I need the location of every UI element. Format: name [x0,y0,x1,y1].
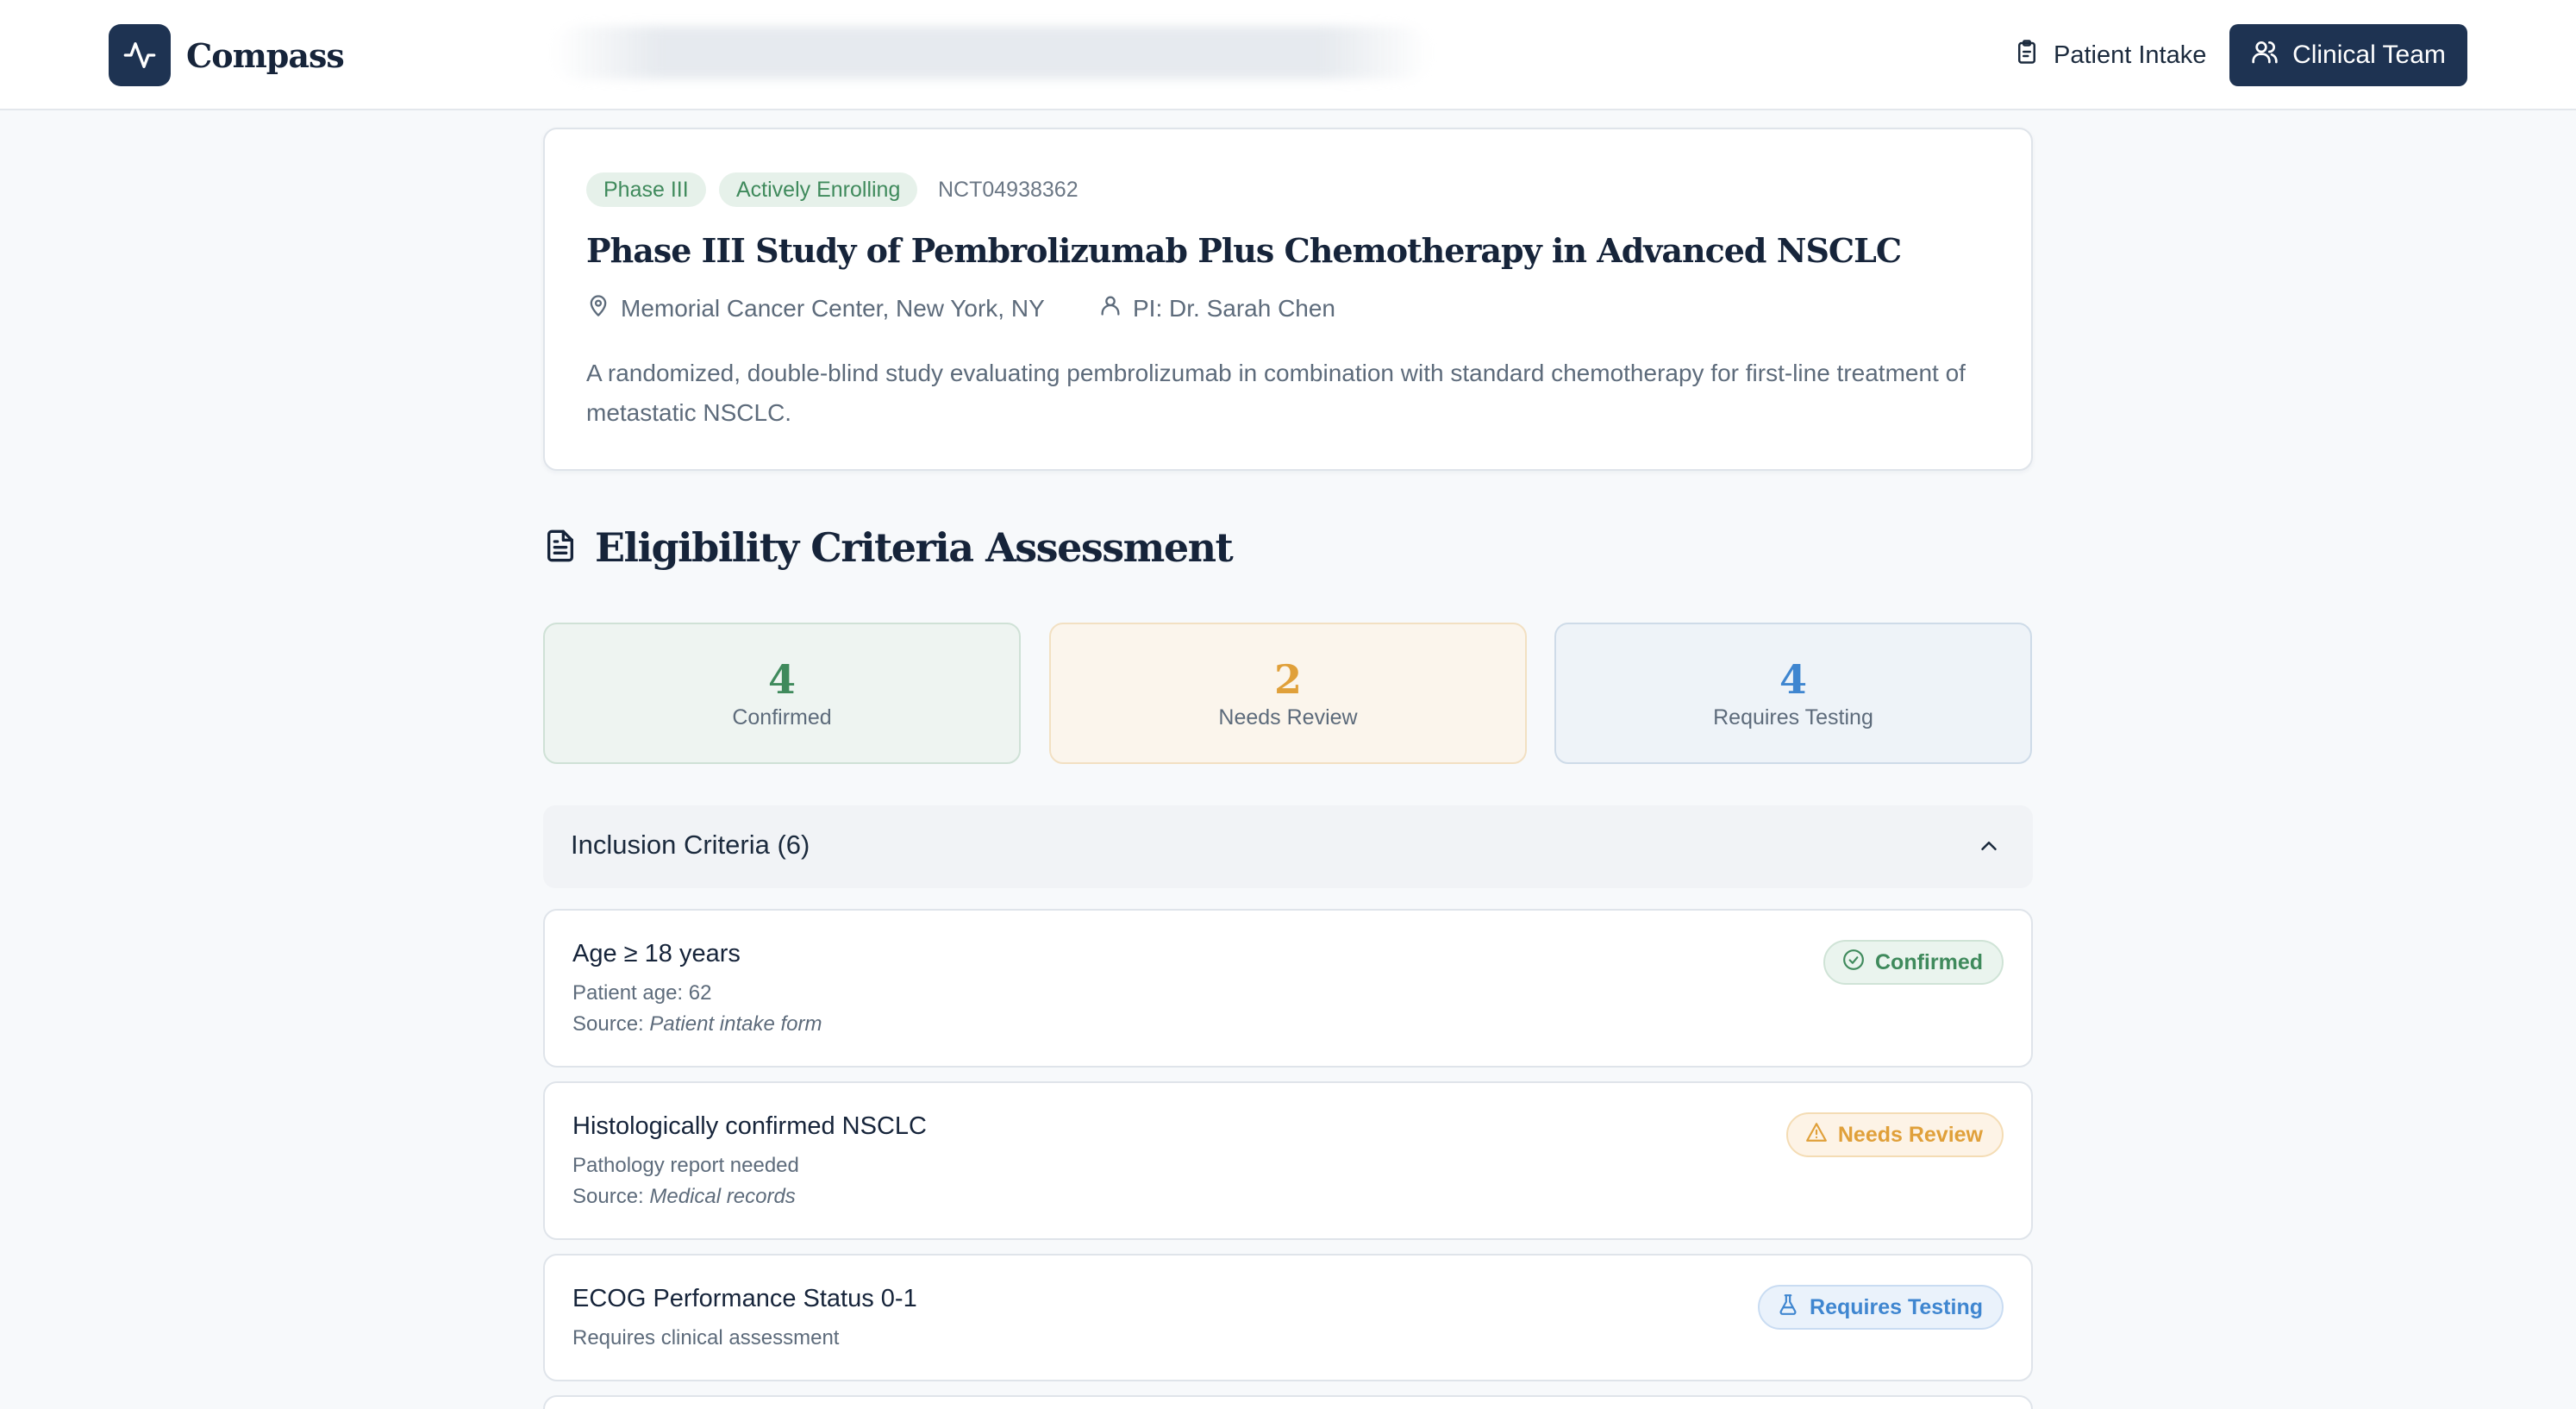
inclusion-criteria-toggle[interactable]: Inclusion Criteria (6) [543,805,2033,888]
user-icon [1098,293,1122,323]
source-value: Patient intake form [649,1012,822,1036]
source-label: Source: [572,1012,644,1036]
criterion-source: Source: Medical records [572,1185,796,1209]
phase-badge: Phase III [586,172,706,207]
needs-review-label: Needs Review [1218,705,1358,730]
patient-intake-label: Patient Intake [2054,41,2207,69]
pulse-icon [109,24,171,86]
summary-needs-review: 2 Needs Review [1049,623,1527,764]
criterion-row: Histologically confirmed NSCLC Pathology… [543,1081,2033,1240]
warning-triangle-icon [1805,1121,1828,1149]
criterion-detail: Patient age: 62 [572,981,712,1005]
nct-id: NCT04938362 [938,178,1079,202]
criterion-row: ECOG Performance Status 0-1 Requires cli… [543,1254,2033,1381]
summary-requires-testing: 4 Requires Testing [1554,623,2032,764]
source-value: Medical records [649,1185,796,1208]
flask-icon [1777,1293,1799,1322]
clinical-team-button[interactable]: Clinical Team [2229,24,2467,86]
status-text: Requires Testing [1810,1294,1983,1319]
criterion-detail: Pathology report needed [572,1154,799,1177]
app-logo[interactable]: Compass [109,24,345,86]
needs-review-count: 2 [1273,656,1302,703]
blurred-search-area [552,26,1431,79]
eligibility-heading: Eligibility Criteria Assessment [543,524,1234,571]
section-title: Eligibility Criteria Assessment [595,524,1234,571]
status-text: Needs Review [1837,1122,1983,1147]
study-description: A randomized, double-blind study evaluat… [586,360,1966,426]
study-card: Phase III Actively Enrolling NCT04938362… [543,128,2033,471]
criterion-title: Age ≥ 18 years [572,940,741,968]
patient-intake-nav[interactable]: Patient Intake [2000,24,2220,86]
summary-confirmed: 4 Confirmed [543,623,1021,764]
map-pin-icon [586,293,610,323]
study-pi: PI: Dr. Sarah Chen [1098,293,1335,323]
document-icon [543,527,578,569]
criterion-title: Histologically confirmed NSCLC [572,1112,927,1140]
status-badge-needs-review: Needs Review [1785,1112,2004,1157]
app-name: Compass [186,35,345,75]
top-bar: Compass Patient Intake Clinical Team [0,0,2576,110]
status-badge-confirmed: Confirmed [1823,940,2004,985]
status-text: Confirmed [1875,949,1983,974]
chevron-up-icon [1976,833,2002,863]
clinical-team-label: Clinical Team [2292,41,2446,69]
criterion-row: Age ≥ 18 years Patient age: 62 Source: P… [543,909,2033,1068]
source-label: Source: [572,1185,644,1208]
users-icon [2251,38,2279,72]
study-location: Memorial Cancer Center, New York, NY [586,293,1045,323]
requires-testing-label: Requires Testing [1713,705,1873,730]
check-circle-icon [1842,949,1865,977]
criterion-source: Source: Patient intake form [572,1012,822,1036]
confirmed-count: 4 [767,656,796,703]
enrollment-status-badge: Actively Enrolling [719,172,918,207]
study-title: Phase III Study of Pembrolizumab Plus Ch… [586,231,1902,270]
confirmed-label: Confirmed [732,705,832,730]
criterion-title: ECOG Performance Status 0-1 [572,1285,917,1312]
criterion-detail: Requires clinical assessment [572,1326,840,1350]
status-badge-requires-testing: Requires Testing [1758,1285,2004,1330]
criterion-row-partial [543,1395,2033,1409]
requires-testing-count: 4 [1779,656,1807,703]
pi-text: PI: Dr. Sarah Chen [1133,294,1336,322]
clipboard-icon [2014,39,2040,72]
inclusion-criteria-title: Inclusion Criteria (6) [571,830,810,860]
location-text: Memorial Cancer Center, New York, NY [621,294,1045,322]
